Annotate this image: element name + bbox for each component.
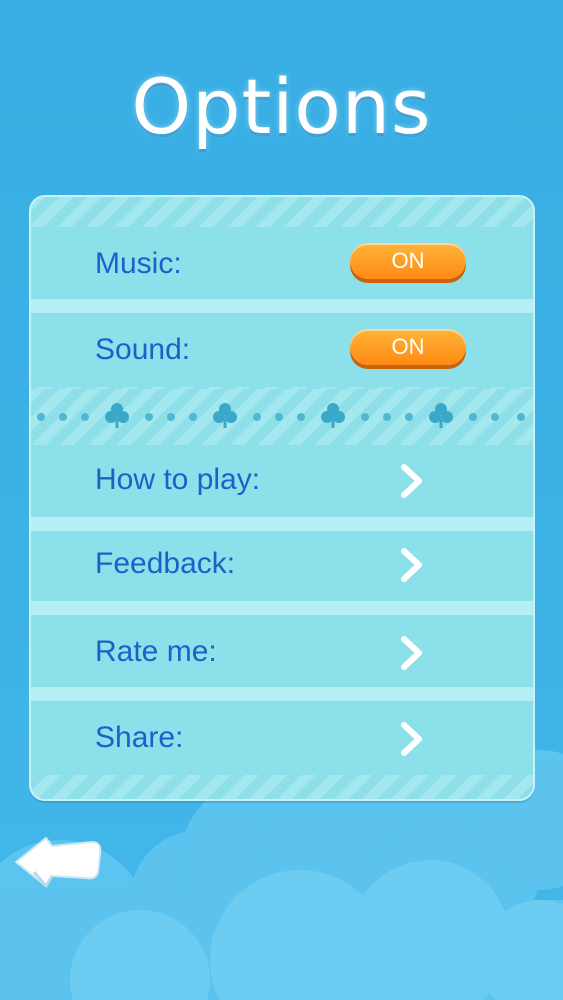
sound-label: Sound: [95,333,191,366]
menu-item-label: Rate me: [95,635,217,668]
menu-item-how-to-play[interactable]: How to play: [31,445,533,517]
back-arrow-icon[interactable] [12,832,104,892]
music-toggle[interactable]: ON [350,243,466,279]
chevron-right-icon[interactable] [399,463,425,499]
menu-item-label: How to play: [95,463,261,496]
music-row: Music: ON [31,227,533,299]
menu-item-label: Share: [95,721,184,754]
options-panel: Music: ON Sound: ON How to play: Feedbac… [29,195,535,801]
chevron-right-icon[interactable] [399,721,425,757]
row-separator [31,517,533,531]
clover-icon [37,403,525,428]
menu-item-label: Feedback: [95,547,236,580]
menu-item-feedback[interactable]: Feedback: [31,531,533,601]
music-label: Music: [95,247,182,280]
menu-item-rate-me[interactable]: Rate me: [31,615,533,687]
sound-row: Sound: ON [31,313,533,387]
row-separator [31,299,533,313]
menu-item-share[interactable]: Share: [31,701,533,775]
chevron-right-icon[interactable] [399,547,425,583]
clover-divider [31,389,533,445]
sound-toggle[interactable]: ON [350,329,466,365]
row-separator [31,687,533,701]
row-separator [31,601,533,615]
chevron-right-icon[interactable] [399,635,425,671]
page-title: Options [131,62,432,151]
